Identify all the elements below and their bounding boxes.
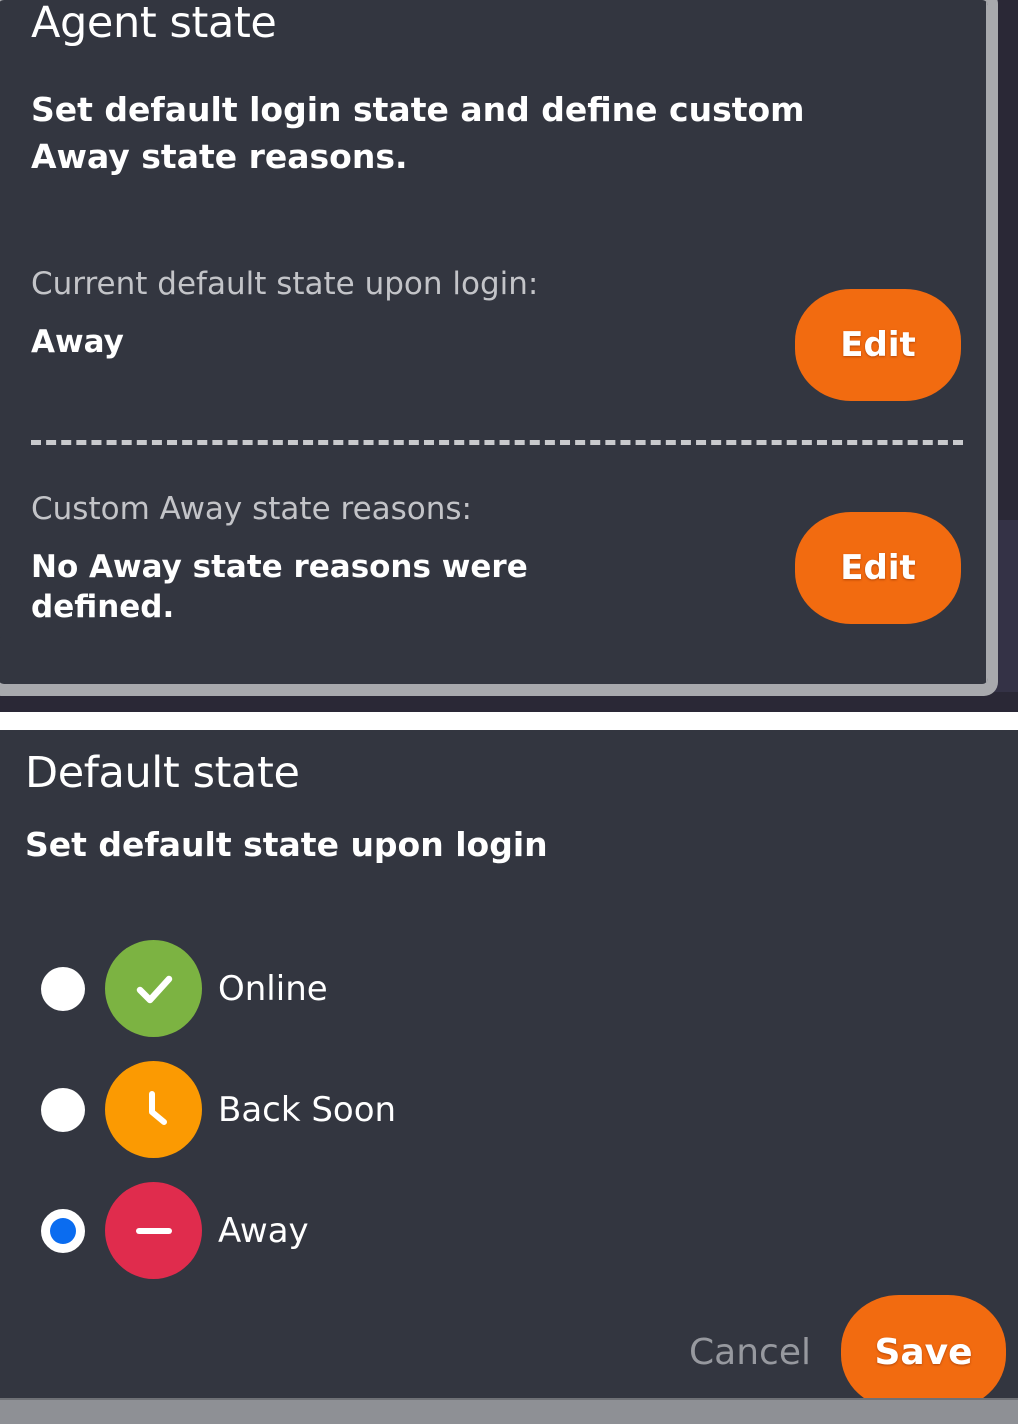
default-state-dialog: Default state Set default state upon log… <box>0 730 1018 1398</box>
state-option-back-soon[interactable]: Back Soon <box>0 1049 1018 1170</box>
state-option-online[interactable]: Online <box>0 928 1018 1049</box>
panel-gutter <box>0 712 1018 730</box>
radio-online[interactable] <box>41 966 85 1011</box>
dialog-title: Default state <box>25 748 300 798</box>
edit-custom-away-reasons-button[interactable]: Edit <box>795 512 961 624</box>
minus-circle-icon <box>105 1182 202 1279</box>
cancel-button[interactable]: Cancel <box>689 1332 841 1373</box>
dialog-subtitle: Set default state upon login <box>25 825 548 864</box>
bottom-chrome-bar[interactable] <box>0 1398 1018 1424</box>
radio-dot <box>50 1217 76 1244</box>
save-button[interactable]: Save <box>841 1295 1006 1398</box>
section-divider <box>31 440 963 445</box>
state-option-label: Away <box>218 1210 309 1251</box>
radio-away[interactable] <box>41 1208 85 1253</box>
default-state-value: Away <box>31 323 124 360</box>
state-option-label: Back Soon <box>218 1089 397 1130</box>
agent-state-card-frame: Agent state Set default login state and … <box>0 0 998 696</box>
custom-away-reasons-value: No Away state reasons were defined. <box>31 548 528 626</box>
edit-default-state-button[interactable]: Edit <box>795 289 961 401</box>
agent-state-region: Agent state Set default login state and … <box>0 0 1018 712</box>
dialog-footer: Cancel Save <box>689 1282 1018 1398</box>
screen: Agent state Set default login state and … <box>0 0 1018 1424</box>
vertical-scrollbar[interactable] <box>986 0 988 684</box>
custom-away-reasons-row: Custom Away state reasons: No Away state… <box>31 490 961 627</box>
radio-back-soon[interactable] <box>41 1087 85 1132</box>
default-state-radio-group: Online Back Soon Away <box>0 928 1018 1291</box>
agent-state-title: Agent state <box>31 0 277 48</box>
clock-circle-icon <box>105 1061 202 1158</box>
agent-state-card: Agent state Set default login state and … <box>0 0 988 684</box>
check-circle-icon <box>105 940 202 1037</box>
default-state-row: Current default state upon login: Away E… <box>31 265 961 401</box>
panel-resize-handle[interactable] <box>0 582 2 640</box>
agent-state-description: Set default login state and define custo… <box>31 90 805 176</box>
state-option-away[interactable]: Away <box>0 1170 1018 1291</box>
state-option-label: Online <box>218 968 328 1009</box>
